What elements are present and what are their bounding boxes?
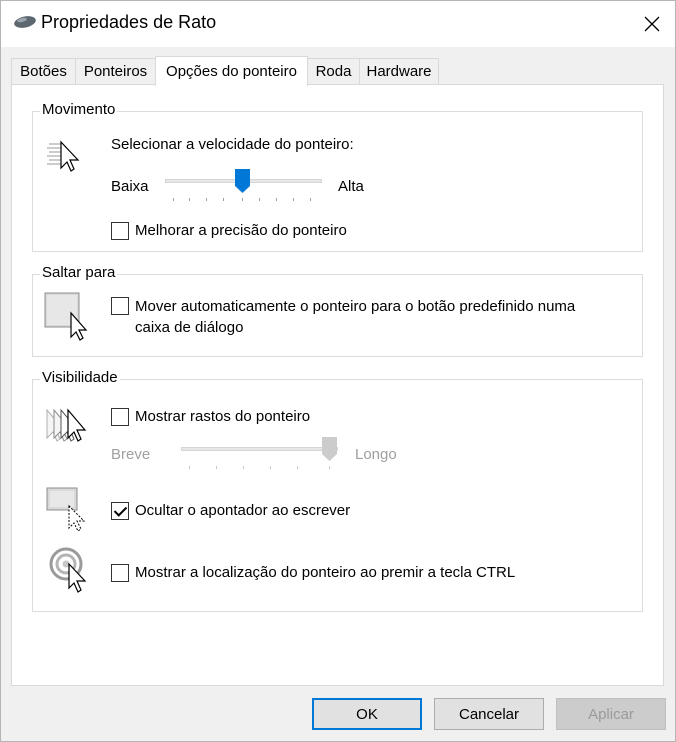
snap-checkbox[interactable]: [111, 297, 129, 315]
snap-label: Mover automaticamente o ponteiro para o …: [135, 296, 575, 338]
group-label-visibilidade: Visibilidade: [40, 369, 120, 386]
ctrl-locate-label: Mostrar a localização do ponteiro ao pre…: [135, 564, 516, 581]
tab-hardware[interactable]: Hardware: [359, 58, 439, 84]
group-label-saltar: Saltar para: [40, 264, 118, 281]
group-movimento: Movimento Selecionar a velocidade do pon…: [32, 101, 643, 252]
ok-button[interactable]: OK: [312, 698, 422, 730]
cancel-button[interactable]: Cancelar: [434, 698, 544, 730]
precision-checkbox[interactable]: [111, 222, 129, 240]
speed-label: Selecionar a velocidade do ponteiro:: [111, 136, 354, 153]
trails-label: Mostrar rastos do ponteiro: [135, 408, 311, 425]
tab-ponteiros[interactable]: Ponteiros: [75, 58, 156, 84]
speed-slider-thumb[interactable]: [235, 169, 250, 193]
ctrl-locate-checkbox[interactable]: [111, 564, 129, 582]
trails-slider-track: [181, 447, 338, 451]
hide-while-typing-label: Ocultar o apontador ao escrever: [135, 502, 351, 519]
mouse-icon: [14, 16, 36, 28]
trails-slider-thumb[interactable]: [322, 437, 337, 461]
pointer-speed-icon: [47, 140, 80, 172]
snap-to-icon: [44, 292, 88, 341]
speed-fast-label: Alta: [338, 178, 364, 195]
trails-short-label: Breve: [111, 446, 151, 463]
snap-label-line2: caixa de diálogo: [135, 319, 244, 336]
trails-long-label: Longo: [355, 446, 397, 463]
apply-button[interactable]: Aplicar: [556, 698, 666, 730]
hide-while-typing-icon: [46, 487, 86, 532]
snap-label-line1: Mover automaticamente o ponteiro para o …: [135, 298, 576, 315]
ctrl-locate-icon: [49, 547, 87, 593]
title-bar: Propriedades de Rato: [1, 1, 675, 47]
tab-opcoes-do-ponteiro[interactable]: Opções do ponteiro: [155, 56, 308, 86]
tab-panel: Movimento Selecionar a velocidade do pon…: [11, 84, 664, 686]
precision-label: Melhorar a precisão do ponteiro: [135, 222, 347, 239]
trails-checkbox[interactable]: [111, 408, 129, 426]
speed-slow-label: Baixa: [111, 178, 149, 195]
pointer-trails-icon: [46, 408, 87, 442]
window-title: Propriedades de Rato: [41, 12, 217, 32]
tab-botoes[interactable]: Botões: [11, 58, 76, 84]
close-button[interactable]: [629, 1, 675, 47]
hide-while-typing-checkbox[interactable]: [111, 502, 129, 520]
group-saltar-para: Saltar para Mover automaticamente o pont…: [32, 264, 643, 357]
group-label-movimento: Movimento: [40, 101, 118, 118]
close-icon: [644, 16, 660, 32]
tab-roda[interactable]: Roda: [307, 58, 360, 84]
mouse-properties-window: Propriedades de Rato Botões Ponteiros Op…: [0, 0, 676, 742]
group-visibilidade: Visibilidade Mostrar rastos do ponteiro …: [32, 369, 643, 612]
